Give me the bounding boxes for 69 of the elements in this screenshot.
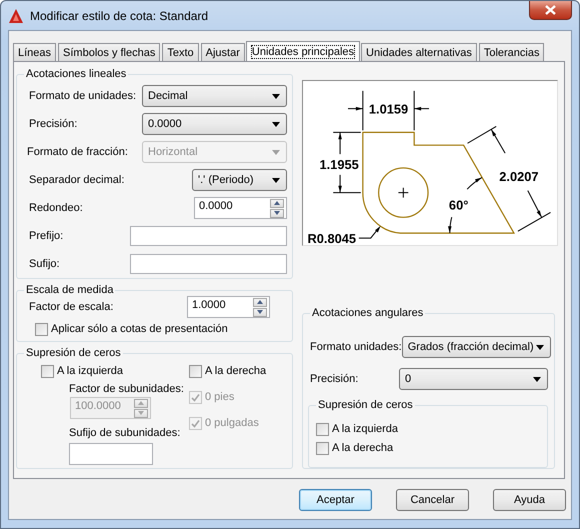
checkbox[interactable] xyxy=(35,322,48,336)
checkbox-label: 0 pulgadas xyxy=(205,417,259,430)
field-label: Formato de unidades: xyxy=(29,90,136,102)
dropdown[interactable]: 0 xyxy=(399,368,548,390)
close-button[interactable] xyxy=(529,1,572,20)
tab[interactable]: Tolerancias xyxy=(478,43,544,61)
caret-icon xyxy=(272,150,280,154)
field-label: Separador decimal: xyxy=(29,174,124,186)
dropdown[interactable]: Grados (fracción decimal) xyxy=(402,336,551,358)
dimension-text: 60° xyxy=(448,197,468,212)
caret-icon xyxy=(533,376,541,382)
checkbox-label: 0 pies xyxy=(205,391,234,404)
checkbox-label: A la izquierda xyxy=(57,365,124,378)
checkbox-label: A la derecha xyxy=(205,365,266,378)
tab[interactable]: Texto xyxy=(162,43,199,61)
input-field[interactable] xyxy=(69,443,153,466)
dropdown[interactable]: Decimal xyxy=(142,85,287,107)
checkbox[interactable] xyxy=(316,442,329,454)
group-title: Acotaciones angulares xyxy=(310,306,426,320)
field-label: Precisión: xyxy=(310,373,358,385)
caret-icon xyxy=(272,178,280,182)
input-field[interactable] xyxy=(130,226,287,246)
dialog-button[interactable]: Ayuda xyxy=(493,489,566,511)
caret-icon xyxy=(536,344,544,350)
checkbox-label: A la derecha xyxy=(332,442,394,454)
up-arrow-icon xyxy=(274,201,280,205)
hole-circle xyxy=(378,167,429,218)
tab[interactable]: Líneas xyxy=(13,43,56,61)
tab[interactable]: Unidades principales xyxy=(246,41,360,62)
field-label: Factor de escala: xyxy=(29,301,114,313)
checkbox-label: Aplicar sólo a cotas de presentación xyxy=(51,323,228,335)
dropdown[interactable]: '.' (Periodo) xyxy=(192,169,287,191)
checkbox[interactable] xyxy=(316,422,329,436)
field-label: Sufijo de subunidades: xyxy=(69,426,180,442)
field-label: Formato unidades: xyxy=(310,341,402,353)
field-label: Factor de subunidades: xyxy=(69,382,184,398)
down-arrow-icon xyxy=(138,411,144,416)
field-label: Redondeo: xyxy=(29,202,83,214)
dimension-text: R0.8045 xyxy=(308,231,356,246)
tab[interactable]: Ajustar xyxy=(200,43,245,61)
dimension-text: 1.0159 xyxy=(368,102,408,117)
logo-icon xyxy=(8,8,24,24)
field-label: Sufijo: xyxy=(29,258,60,270)
group-title: Supresión de ceros xyxy=(316,398,415,412)
up-arrow-icon xyxy=(138,401,144,406)
field-label: Prefijo: xyxy=(29,230,64,242)
checkbox[interactable] xyxy=(189,364,202,378)
field-label: Precisión: xyxy=(29,118,78,130)
group-title: Supresión de ceros xyxy=(24,346,123,360)
tab[interactable]: Símbolos y flechas xyxy=(58,43,160,61)
dimension-line xyxy=(358,226,381,239)
up-arrow-icon xyxy=(257,300,263,304)
field-label: Formato de fracción: xyxy=(27,146,128,158)
input-field[interactable] xyxy=(130,254,287,274)
down-arrow-icon xyxy=(257,310,263,314)
caret-icon xyxy=(272,122,280,126)
caret-icon xyxy=(272,94,280,98)
tab[interactable]: Unidades alternativas xyxy=(361,43,477,61)
dialog-button[interactable]: Cancelar xyxy=(396,489,469,511)
checkbox-label: A la izquierda xyxy=(332,423,398,435)
dimension-text: 1.1955 xyxy=(319,156,359,172)
dimension-text: 2.0207 xyxy=(499,168,539,184)
center-mark xyxy=(398,187,409,198)
dropdown[interactable]: 0.0000 xyxy=(142,113,287,135)
checkbox[interactable] xyxy=(41,364,54,378)
down-arrow-icon xyxy=(274,211,280,215)
window-title: Modificar estilo de cota: Standard xyxy=(30,8,208,22)
dialog-button[interactable]: Aceptar xyxy=(299,489,372,511)
close-icon xyxy=(545,5,556,15)
